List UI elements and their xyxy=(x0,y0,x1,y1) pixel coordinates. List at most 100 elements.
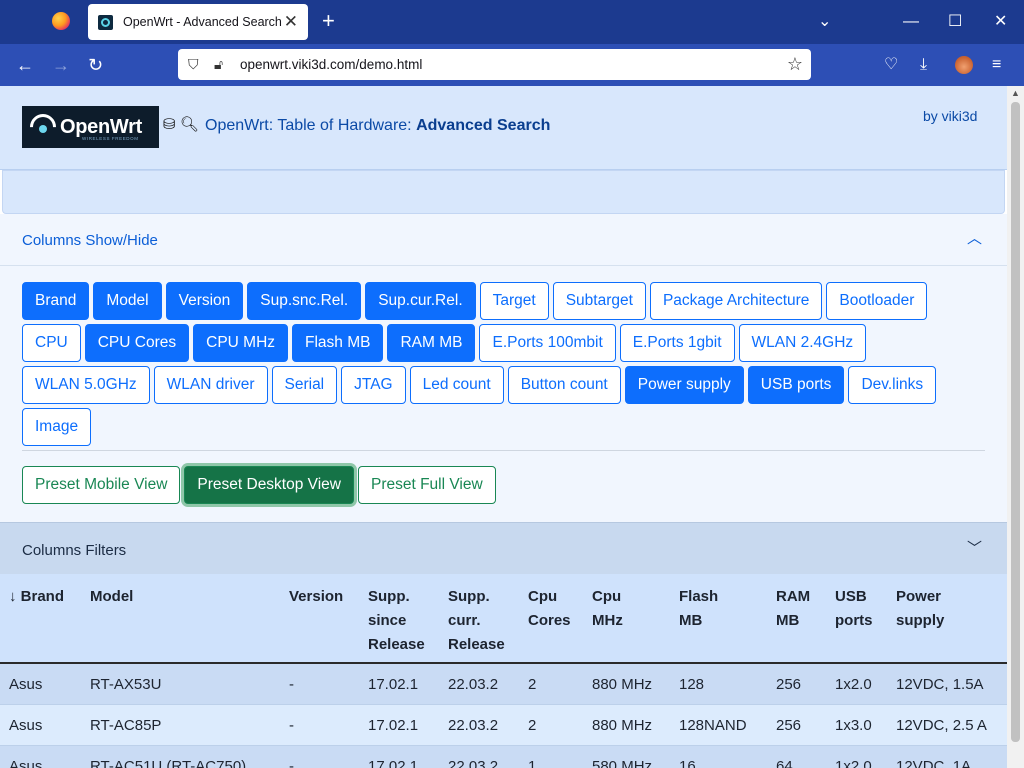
table-row[interactable]: Asus RT-AC51U (RT-AC750) - 17.02.1 22.03.2 1 5… xyxy=(0,746,1007,768)
forward-arrow-icon[interactable]: → xyxy=(52,54,70,76)
openwrt-favicon-icon xyxy=(98,14,113,30)
table-cell: 1x3.0 xyxy=(835,717,872,734)
firefox-icon[interactable] xyxy=(52,12,70,30)
tab-title: OpenWrt - Advanced Search xyxy=(123,15,282,29)
table-cell: 12VDC, 2.5 A xyxy=(896,717,987,734)
back-arrow-icon[interactable]: ← xyxy=(16,54,34,76)
column-toggle-dev-links[interactable]: Dev.links xyxy=(848,366,937,404)
header-spacer-card xyxy=(2,170,1005,214)
column-toggle-led-count[interactable]: Led count xyxy=(409,366,504,404)
column-toggle-bootloader[interactable]: Bootloader xyxy=(826,282,928,320)
preset-desktop-view-button[interactable]: Preset Desktop View xyxy=(184,466,354,504)
column-header-model[interactable]: Model xyxy=(90,585,133,609)
scrollbar-thumb[interactable] xyxy=(1011,102,1020,742)
openwrt-logo[interactable]: OpenWrt WIRELESS FREEDOM xyxy=(22,106,159,148)
column-toggle-target[interactable]: Target xyxy=(479,282,549,320)
column-toggle-flash-mb[interactable]: Flash MB xyxy=(292,324,384,362)
column-toggle-model[interactable]: Model xyxy=(93,282,162,320)
title-bold: Advanced Search xyxy=(416,117,551,134)
column-toggle-power-supply[interactable]: Power supply xyxy=(624,366,744,404)
filters-accordion-header[interactable]: Columns Filters ﹀ xyxy=(0,522,1007,574)
pocket-icon[interactable]: ♡ xyxy=(884,56,898,74)
tracking-shield-icon[interactable]: ⛉ xyxy=(188,56,199,72)
preset-mobile-view-button[interactable]: Preset Mobile View xyxy=(22,466,181,504)
columns-accordion-body: Brand Model Version Sup.snc.Rel. Sup.cur.Rel… xyxy=(0,266,1007,522)
page-header: OpenWrt WIRELESS FREEDOM ⛁ 🔍︎ OpenWrt: T… xyxy=(0,86,1007,170)
column-header-version[interactable]: Version xyxy=(289,585,343,609)
table-cell: 2 xyxy=(528,676,537,693)
column-toggle-image[interactable]: Image xyxy=(22,408,92,446)
column-toggle-list: Brand Model Version Sup.snc.Rel. Sup.cur.Rel… xyxy=(22,282,982,446)
table-cell: RT-AC85P xyxy=(90,717,162,734)
table-cell: 17.02.1 xyxy=(368,717,419,734)
table-row[interactable]: Asus RT-AX53U - 17.02.1 22.03.2 2 880 MHz 128 25… xyxy=(0,664,1007,705)
author-byline[interactable]: by viki3d xyxy=(923,108,977,124)
table-cell: - xyxy=(289,717,294,734)
column-toggle-e-ports-100mbit[interactable]: E.Ports 100mbit xyxy=(479,324,616,362)
column-header-power-supply[interactable]: Power supply xyxy=(896,585,944,633)
minimize-icon[interactable]: — xyxy=(903,12,919,32)
table-cell: 22.03.2 xyxy=(448,758,499,768)
tab-close-icon[interactable]: ✕ xyxy=(284,13,298,30)
bookmark-star-icon[interactable]: ☆ xyxy=(787,54,803,74)
column-header-supp-since-release[interactable]: Supp. since Release xyxy=(368,585,425,657)
preset-button-row: Preset Mobile View Preset Desktop View Pre… xyxy=(22,466,496,504)
maximize-icon[interactable]: ☐ xyxy=(948,12,962,32)
window-close-icon[interactable]: ✕ xyxy=(994,12,1007,32)
preset-full-view-button[interactable]: Preset Full View xyxy=(357,466,496,504)
column-toggle-e-ports-1gbit[interactable]: E.Ports 1gbit xyxy=(619,324,735,362)
column-header-ram-mb[interactable]: RAM MB xyxy=(776,585,810,633)
column-toggle-version[interactable]: Version xyxy=(165,282,244,320)
column-toggle-ram-mb[interactable]: RAM MB xyxy=(387,324,476,362)
table-header: ↓ Brand Model Version Supp. since Release Supp… xyxy=(0,574,1007,664)
url-bar[interactable]: ⛉ 🔓︎ openwrt.viki3d.com/demo.html ☆ xyxy=(178,49,811,80)
column-toggle-package-architecture[interactable]: Package Architecture xyxy=(649,282,823,320)
column-header-cpu-cores[interactable]: Cpu Cores xyxy=(528,585,571,633)
column-toggle-cpu[interactable]: CPU xyxy=(22,324,81,362)
column-toggle-button-count[interactable]: Button count xyxy=(507,366,621,404)
column-toggle-wlan-2-4ghz[interactable]: WLAN 2.4GHz xyxy=(738,324,867,362)
column-header-cpu-mhz[interactable]: Cpu MHz xyxy=(592,585,623,633)
table-cell: RT-AX53U xyxy=(90,676,162,693)
column-toggle-usb-ports[interactable]: USB ports xyxy=(747,366,845,404)
table-row[interactable]: Asus RT-AC85P - 17.02.1 22.03.2 2 880 MHz 128NA… xyxy=(0,705,1007,746)
page-scrollbar[interactable]: ▲ xyxy=(1007,86,1024,768)
column-toggle-cpu-cores[interactable]: CPU Cores xyxy=(84,324,190,362)
columns-accordion-header[interactable]: Columns Show/Hide ︿ xyxy=(0,214,1007,266)
table-cell: 580 MHz xyxy=(592,758,653,768)
column-toggle-subtarget[interactable]: Subtarget xyxy=(552,282,646,320)
table-cell: 1x2.0 xyxy=(835,758,872,768)
url-text[interactable]: openwrt.viki3d.com/demo.html xyxy=(240,57,422,72)
column-toggle-cpu-mhz[interactable]: CPU MHz xyxy=(193,324,289,362)
app-menu-icon[interactable]: ≡ xyxy=(992,56,1001,74)
column-header-usb-ports[interactable]: USB ports xyxy=(835,585,873,633)
downloads-icon[interactable]: ⤓ xyxy=(920,56,927,74)
wifi-logo-icon xyxy=(28,112,58,142)
tab-list-chevron-icon[interactable]: ⌄ xyxy=(818,12,831,32)
title-prefix: OpenWrt: Table of Hardware: xyxy=(205,117,412,134)
column-toggle-sup-cur-rel[interactable]: Sup.cur.Rel. xyxy=(365,282,476,320)
page-title: OpenWrt: Table of Hardware: Advanced Sea… xyxy=(205,117,550,135)
column-toggle-wlan-5-0ghz[interactable]: WLAN 5.0GHz xyxy=(22,366,150,404)
column-toggle-wlan-driver[interactable]: WLAN driver xyxy=(153,366,268,404)
column-header-supp-curr-release[interactable]: Supp. curr. Release xyxy=(448,585,505,657)
table-cell: 880 MHz xyxy=(592,717,653,734)
table-cell: 12VDC, 1A xyxy=(896,758,972,768)
insecure-lock-icon[interactable]: 🔓︎ xyxy=(214,56,223,72)
new-tab-plus-icon[interactable]: + xyxy=(322,9,335,33)
table-cell: 22.03.2 xyxy=(448,717,499,734)
reload-icon[interactable]: ↻ xyxy=(88,54,103,76)
column-header-flash-mb[interactable]: Flash MB xyxy=(679,585,718,633)
column-header-brand[interactable]: ↓ Brand xyxy=(9,585,64,609)
tab-active[interactable]: OpenWrt - Advanced Search ✕ xyxy=(88,4,308,40)
table-cell: 128 xyxy=(679,676,705,693)
scroll-up-arrow-icon[interactable]: ▲ xyxy=(1011,88,1020,98)
column-toggle-jtag[interactable]: JTAG xyxy=(341,366,406,404)
column-toggle-serial[interactable]: Serial xyxy=(271,366,338,404)
column-toggle-brand[interactable]: Brand xyxy=(22,282,90,320)
table-cell: 16 xyxy=(679,758,696,768)
table-cell: 1x2.0 xyxy=(835,676,872,693)
account-avatar-icon[interactable] xyxy=(955,56,973,74)
table-cell: - xyxy=(289,676,294,693)
column-toggle-sup-snc-rel[interactable]: Sup.snc.Rel. xyxy=(247,282,362,320)
